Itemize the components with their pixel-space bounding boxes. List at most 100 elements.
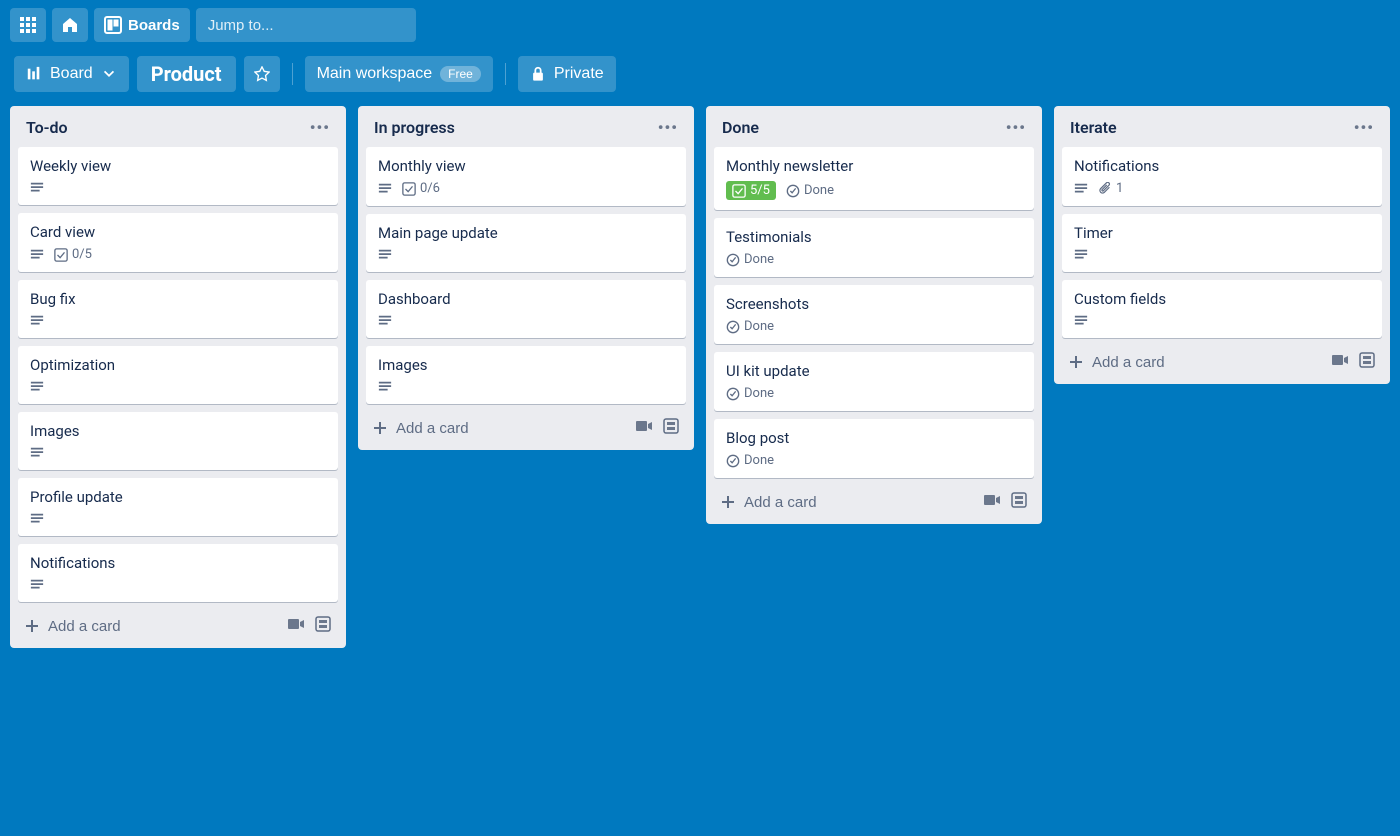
card[interactable]: Optimization <box>18 346 338 404</box>
add-card-button[interactable]: Add a card <box>720 494 817 511</box>
description-badge <box>30 578 44 592</box>
board-title[interactable]: Product <box>137 56 236 92</box>
card[interactable]: Screenshots Done <box>714 285 1034 344</box>
card-title: Main page update <box>378 224 674 242</box>
card-badges <box>30 512 326 526</box>
apps-button[interactable] <box>10 8 46 42</box>
card-badges: 0/5 <box>30 247 326 262</box>
list-header: In progress ••• <box>366 114 686 147</box>
done-badge: Done <box>726 319 774 334</box>
apps-icon <box>19 16 37 34</box>
list-footer-icons <box>634 418 680 438</box>
card-title: Testimonials <box>726 228 1022 246</box>
card-badges <box>378 314 674 328</box>
card[interactable]: Timer <box>1062 214 1382 272</box>
star-icon <box>254 66 270 82</box>
card[interactable]: UI kit update Done <box>714 352 1034 411</box>
search-input[interactable] <box>208 17 407 34</box>
description-badge <box>30 181 44 195</box>
description-badge <box>378 380 392 394</box>
video-icon[interactable] <box>286 616 304 636</box>
lock-icon <box>530 66 546 82</box>
card[interactable]: Card view 0/5 <box>18 213 338 272</box>
list-title[interactable]: Iterate <box>1070 118 1117 137</box>
add-card-button[interactable]: Add a card <box>372 420 469 437</box>
video-icon[interactable] <box>1330 352 1348 372</box>
card[interactable]: Monthly newsletter 5/5Done <box>714 147 1034 210</box>
list-header: Iterate ••• <box>1062 114 1382 147</box>
list-menu-button[interactable]: ••• <box>310 118 330 137</box>
card[interactable]: Dashboard <box>366 280 686 338</box>
video-icon[interactable] <box>982 492 1000 512</box>
card[interactable]: Images <box>18 412 338 470</box>
card[interactable]: Notifications 1 <box>1062 147 1382 206</box>
card[interactable]: Monthly view 0/6 <box>366 147 686 206</box>
description-badge <box>30 446 44 460</box>
description-badge <box>378 314 392 328</box>
board-header: Board Product Main workspace Free Privat… <box>0 50 1400 106</box>
card[interactable]: Testimonials Done <box>714 218 1034 277</box>
done-label: Done <box>744 319 774 334</box>
card-list: Weekly view Card view 0/5 Bug fix Optimi… <box>18 147 338 602</box>
list-title[interactable]: To-do <box>26 118 68 137</box>
card-badges <box>30 314 326 328</box>
description-badge <box>1074 182 1088 196</box>
done-badge: Done <box>726 386 774 401</box>
top-nav: Boards <box>0 0 1400 50</box>
template-icon[interactable] <box>1358 352 1376 372</box>
workspace-button[interactable]: Main workspace Free <box>305 56 493 92</box>
home-button[interactable] <box>52 8 88 42</box>
checklist-count: 0/6 <box>420 181 440 196</box>
list-header: Done ••• <box>714 114 1034 147</box>
add-card-button[interactable]: Add a card <box>24 618 121 635</box>
workspace-tag: Free <box>440 66 481 82</box>
card[interactable]: Weekly view <box>18 147 338 205</box>
boards-button[interactable]: Boards <box>94 8 190 42</box>
divider <box>292 63 293 85</box>
checklist-badge: 0/6 <box>402 181 440 196</box>
card-list: Notifications 1 Timer Custom fields <box>1062 147 1382 338</box>
card-badges: 0/6 <box>378 181 674 196</box>
card-badges: Done <box>726 386 1022 401</box>
list-footer: Add a card <box>714 488 1034 516</box>
list-menu-button[interactable]: ••• <box>1006 118 1026 137</box>
card-badges <box>30 446 326 460</box>
add-card-button[interactable]: Add a card <box>1068 354 1165 371</box>
list-menu-button[interactable]: ••• <box>1354 118 1374 137</box>
description-badge <box>1074 314 1088 328</box>
done-badge: Done <box>726 453 774 468</box>
template-icon[interactable] <box>662 418 680 438</box>
card-list: Monthly newsletter 5/5Done Testimonials … <box>714 147 1034 478</box>
list-menu-button[interactable]: ••• <box>658 118 678 137</box>
template-icon[interactable] <box>314 616 332 636</box>
card-badges <box>1074 314 1370 328</box>
checklist-count: 5/5 <box>750 183 770 198</box>
board-view-switcher[interactable]: Board <box>14 56 129 92</box>
list-title[interactable]: Done <box>722 118 759 137</box>
card[interactable]: Main page update <box>366 214 686 272</box>
board-canvas[interactable]: To-do ••• Weekly view Card view 0/5 Bug … <box>0 106 1400 648</box>
card[interactable]: Custom fields <box>1062 280 1382 338</box>
done-label: Done <box>804 183 834 198</box>
list-title[interactable]: In progress <box>374 118 455 137</box>
video-icon[interactable] <box>634 418 652 438</box>
star-button[interactable] <box>244 56 280 92</box>
card[interactable]: Notifications <box>18 544 338 602</box>
card[interactable]: Profile update <box>18 478 338 536</box>
card-title: Card view <box>30 223 326 241</box>
done-badge: Done <box>726 252 774 267</box>
card-badges: Done <box>726 252 1022 267</box>
card-title: Dashboard <box>378 290 674 308</box>
template-icon[interactable] <box>1010 492 1028 512</box>
bars-icon <box>26 66 42 82</box>
card[interactable]: Bug fix <box>18 280 338 338</box>
workspace-label: Main workspace <box>317 65 433 83</box>
done-badge: Done <box>786 183 834 198</box>
card-title: Custom fields <box>1074 290 1370 308</box>
visibility-button[interactable]: Private <box>518 56 616 92</box>
card[interactable]: Blog post Done <box>714 419 1034 478</box>
attachment-count: 1 <box>1116 181 1123 196</box>
board-view-label: Board <box>50 65 93 83</box>
search-box[interactable] <box>196 8 416 42</box>
card[interactable]: Images <box>366 346 686 404</box>
